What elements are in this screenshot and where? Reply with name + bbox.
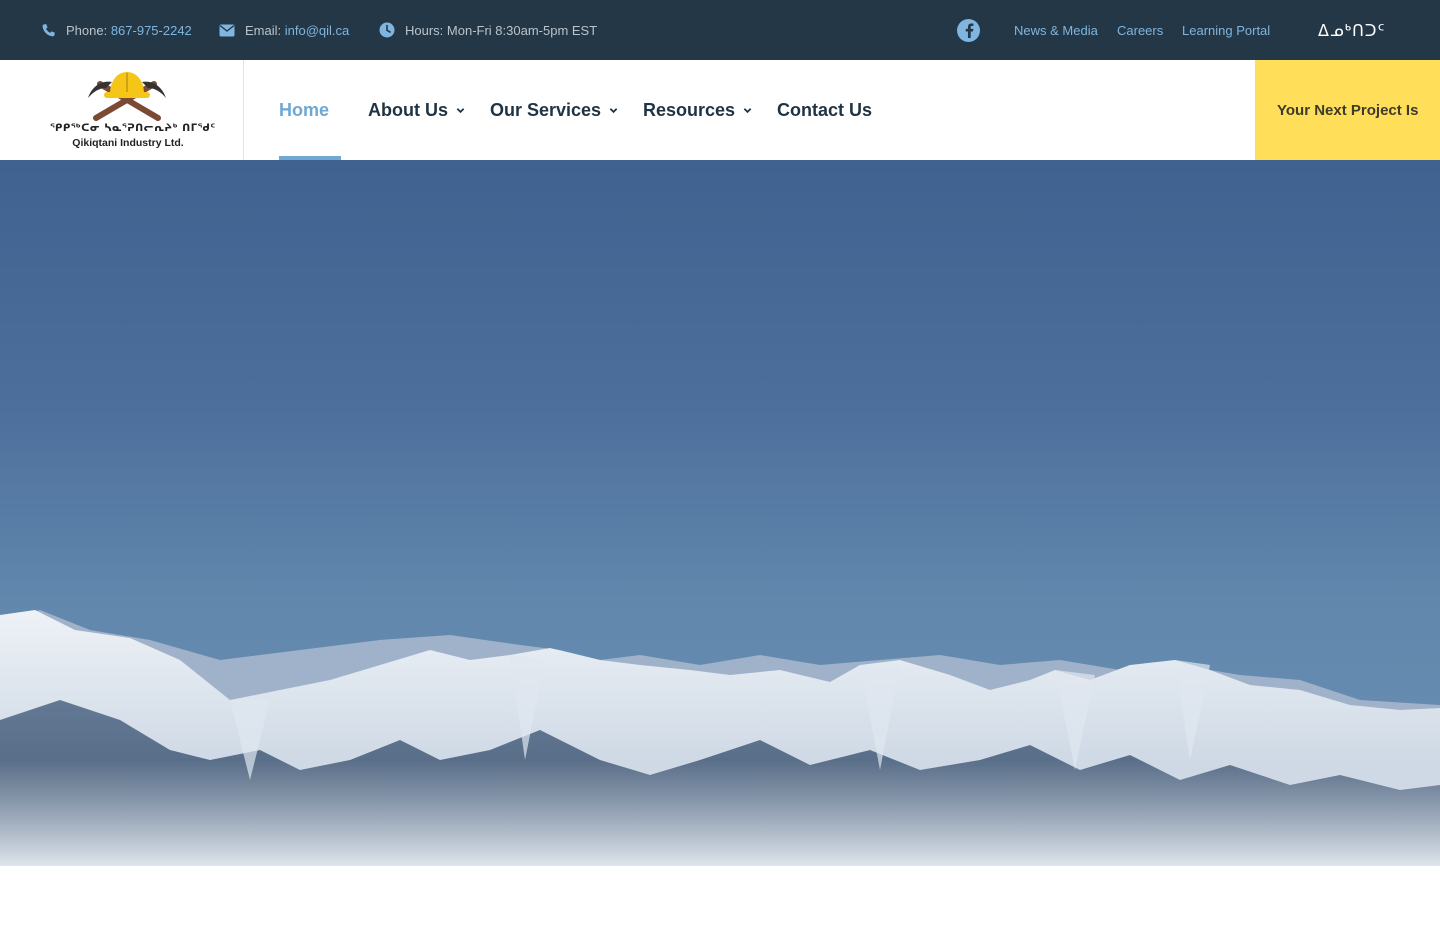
nav-home-label: Home bbox=[279, 99, 330, 120]
news-media-link[interactable]: News & Media bbox=[1014, 0, 1098, 60]
nav-contact-us[interactable]: Contact Us bbox=[777, 60, 872, 160]
nav-resources-label: Resources bbox=[643, 99, 736, 120]
logo-syllabics: ᕿᑭᖅᑕᓂ ᓴᓇᕐᕈᑎᓕᕆᔨᒃ ᑎᒥᖁᑦ bbox=[50, 123, 216, 134]
chevron-down-icon bbox=[609, 106, 618, 115]
phone-contact: Phone: 867-975-2242 bbox=[40, 0, 192, 60]
chevron-down-icon bbox=[743, 106, 752, 115]
hero-banner bbox=[0, 160, 1440, 866]
nav-about-us[interactable]: About Us bbox=[368, 60, 465, 160]
mountain-landscape-image bbox=[0, 610, 1440, 866]
nav-our-services[interactable]: Our Services bbox=[490, 60, 618, 160]
email-contact: Email: info@qil.ca bbox=[219, 0, 349, 60]
phone-icon bbox=[40, 22, 56, 38]
envelope-icon bbox=[219, 22, 235, 38]
email-link[interactable]: info@qil.ca bbox=[285, 23, 350, 38]
top-bar: Phone: 867-975-2242 Email: info@qil.ca H… bbox=[0, 0, 1440, 60]
logo[interactable]: ᕿᑭᖅᑕᓂ ᓴᓇᕐᕈᑎᓕᕆᔨᒃ ᑎᒥᖁᑦ Qikiqtani Industry … bbox=[0, 60, 244, 160]
nav-contact-us-label: Contact Us bbox=[777, 99, 873, 120]
facebook-icon[interactable] bbox=[957, 19, 980, 42]
chevron-down-icon bbox=[456, 106, 465, 115]
phone-link[interactable]: 867-975-2242 bbox=[111, 23, 192, 38]
careers-link[interactable]: Careers bbox=[1117, 0, 1163, 60]
hours-info: Hours: Mon-Fri 8:30am-5pm EST bbox=[379, 0, 597, 60]
hours-text: Hours: Mon-Fri 8:30am-5pm EST bbox=[405, 22, 598, 38]
main-nav: ᕿᑭᖅᑕᓂ ᓴᓇᕐᕈᑎᓕᕆᔨᒃ ᑎᒥᖁᑦ Qikiqtani Industry … bbox=[0, 60, 1440, 160]
learning-portal-link[interactable]: Learning Portal bbox=[1182, 0, 1270, 60]
nav-our-services-label: Our Services bbox=[490, 99, 602, 120]
language-toggle[interactable]: ᐃᓄᒃᑎᑐᑦ bbox=[1318, 0, 1385, 60]
nav-about-us-label: About Us bbox=[368, 99, 448, 120]
logo-company-name: Qikiqtani Industry Ltd. bbox=[72, 137, 184, 149]
hardhat-pickaxes-icon bbox=[88, 72, 166, 121]
nav-home[interactable]: Home bbox=[279, 60, 329, 160]
clock-icon bbox=[379, 22, 395, 38]
phone-label: Phone: bbox=[66, 22, 108, 38]
nav-resources[interactable]: Resources bbox=[643, 60, 752, 160]
cta-next-project-button[interactable]: Your Next Project Is bbox=[1255, 60, 1440, 160]
email-label: Email: bbox=[245, 22, 282, 38]
